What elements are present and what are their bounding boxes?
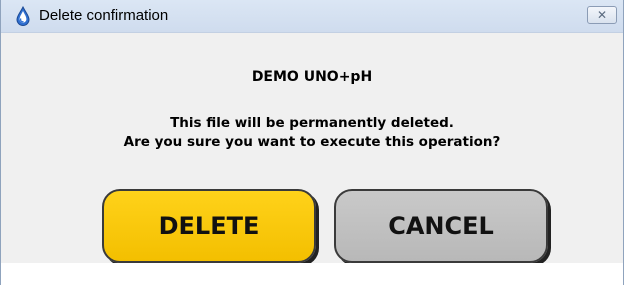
device-name-heading: DEMO UNO+pH bbox=[251, 69, 373, 85]
delete-button-label: DELETE bbox=[158, 212, 260, 240]
close-icon: ✕ bbox=[596, 8, 608, 22]
close-button[interactable]: ✕ bbox=[587, 6, 617, 24]
cancel-button-label: CANCEL bbox=[388, 212, 494, 240]
title-bar[interactable]: Delete confirmation ✕ bbox=[1, 0, 623, 33]
window-bottom-edge bbox=[1, 263, 623, 285]
delete-button[interactable]: DELETE bbox=[102, 189, 316, 263]
dialog-window: Delete confirmation ✕ DEMO UNO+pH This f… bbox=[0, 0, 624, 285]
dialog-content: DEMO UNO+pH This file will be permanentl… bbox=[1, 33, 623, 263]
cancel-button[interactable]: CANCEL bbox=[334, 189, 548, 263]
drop-icon bbox=[15, 5, 31, 26]
window-title: Delete confirmation bbox=[39, 7, 169, 24]
message-line-1: This file will be permanently deleted. bbox=[170, 115, 454, 131]
message-line-2: Are you sure you want to execute this op… bbox=[123, 134, 501, 150]
